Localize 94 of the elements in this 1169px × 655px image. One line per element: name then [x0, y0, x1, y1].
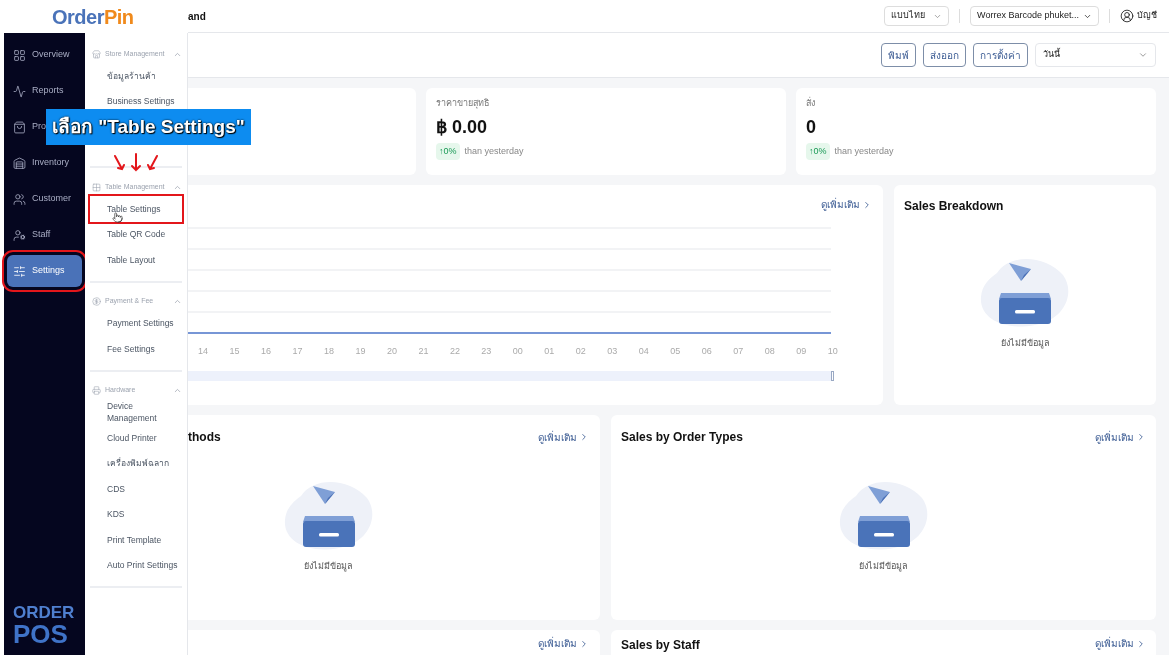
compare-text: than yesterday — [834, 144, 894, 158]
users-icon — [13, 192, 26, 206]
zoom-slider-range[interactable] — [188, 370, 834, 381]
submenu-item[interactable]: CDS — [90, 476, 182, 502]
axis-label: 21 — [418, 345, 429, 358]
toolbar-button[interactable]: ส่งออก — [923, 43, 966, 67]
axis-label: 00 — [512, 345, 523, 358]
chevron-right-icon — [1136, 432, 1146, 442]
empty-message: ยังไม่มีข้อมูล — [304, 560, 353, 574]
sliders-icon — [13, 264, 26, 278]
axis-label: 14 — [198, 345, 208, 358]
axis-label: 03 — [607, 345, 618, 358]
sidebar-item[interactable]: Reports — [7, 75, 82, 107]
axis-label: 20 — [386, 345, 397, 358]
submenu-item[interactable]: Device Management — [90, 399, 182, 425]
toolbar-button[interactable]: การตั้งค่า — [973, 43, 1028, 67]
toolbar-button[interactable]: พิมพ์ — [881, 43, 916, 67]
stat-value: ฿ 0.00 — [436, 115, 489, 138]
sidebar-item[interactable]: Inventory — [7, 147, 82, 179]
chevron-right-icon — [862, 199, 872, 210]
card-title: thods — [188, 429, 221, 446]
language-select[interactable]: แบบไทย — [884, 6, 950, 26]
axis-label: 18 — [323, 345, 334, 358]
see-more-link[interactable]: ดูเพิ่มเติม — [821, 197, 872, 212]
empty-message: ยังไม่มีข้อมูล — [859, 560, 908, 574]
axis-label: 04 — [638, 345, 649, 358]
store-icon — [92, 49, 101, 59]
compare-text: than yesterday — [464, 144, 524, 158]
axis-label: 05 — [670, 345, 681, 358]
submenu-item[interactable]: Payment Settings — [90, 310, 182, 336]
printer-icon — [92, 386, 101, 395]
submenu-item[interactable]: เครื่องพิมพ์ฉลาก — [90, 450, 182, 476]
see-more-link[interactable]: ดูเพิ่มเติม — [1095, 636, 1146, 651]
empty-message: ยังไม่มีข้อมูล — [1000, 337, 1050, 351]
submenu-item[interactable]: ข้อมูลร้านค้า — [90, 63, 182, 89]
user-icon — [1120, 9, 1134, 23]
submenu-item[interactable]: Table Settings — [90, 196, 182, 222]
submenu-item[interactable]: KDS — [90, 501, 182, 527]
sidebar-item[interactable]: Overview — [7, 39, 82, 71]
dollar-icon — [92, 297, 101, 306]
sidebar-item[interactable]: Staff — [7, 219, 82, 251]
sidebar-item[interactable]: Customer — [7, 183, 82, 215]
chevron-right-icon — [579, 432, 589, 442]
hand-cursor-icon — [112, 212, 123, 223]
card-title: Sales by Staff — [621, 637, 700, 654]
app-logo: OrderPin — [52, 4, 134, 30]
grid-icon — [13, 48, 26, 62]
pulse-icon — [13, 84, 26, 98]
see-more-link[interactable]: ดูเพิ่มเติม — [1095, 429, 1146, 445]
warehouse-icon — [13, 156, 26, 170]
card-title: Sales by Order Types — [621, 429, 743, 446]
brand-logo: ORDER POS — [12, 604, 76, 647]
submenu-item[interactable]: Cloud Printer — [90, 425, 182, 451]
chevron-up-icon — [173, 297, 182, 306]
user-gear-icon — [13, 228, 26, 242]
axis-label: 09 — [796, 345, 807, 358]
caret-down-icon — [1138, 50, 1148, 60]
axis-label: 02 — [575, 345, 586, 358]
chevron-right-icon — [1136, 638, 1146, 649]
axis-label: 08 — [764, 345, 775, 358]
axis-label: 06 — [701, 345, 712, 358]
axis-label: 07 — [733, 345, 744, 358]
axis-label: 19 — [355, 345, 366, 358]
bag-icon — [13, 120, 26, 134]
axis-label: 22 — [449, 345, 460, 358]
page-title: and — [188, 9, 207, 24]
stat-label: สั่ง — [806, 97, 816, 110]
stat-label: ราคาขายสุทธิ — [436, 97, 490, 111]
account-menu[interactable]: บัญชี — [1120, 9, 1157, 23]
store-select[interactable]: Worrex Barcode phuket... — [970, 6, 1099, 26]
chevron-up-icon — [173, 386, 182, 395]
submenu-item[interactable]: Print Template — [90, 527, 182, 553]
see-more-link[interactable]: ดูเพิ่มเติม — [538, 429, 589, 445]
submenu-item[interactable]: Fee Settings — [90, 336, 182, 362]
see-more-link[interactable]: ดูเพิ่มเติม — [538, 636, 589, 651]
period-select[interactable]: วันนี้ — [1035, 43, 1156, 67]
grid-icon — [92, 182, 101, 192]
change-badge: ↑0% — [436, 142, 460, 160]
pointer-arrows-drawing — [112, 153, 160, 173]
change-badge: ↑0% — [806, 142, 830, 160]
axis-label: 23 — [481, 345, 492, 358]
stat-value: 0 — [806, 115, 817, 138]
card-title: Sales Breakdown — [904, 198, 1005, 215]
axis-label: 01 — [544, 345, 555, 358]
submenu-item[interactable]: Table QR Code — [90, 221, 182, 247]
submenu-item[interactable]: Auto Print Settings — [90, 552, 182, 578]
axis-label: 15 — [229, 345, 240, 358]
submenu-item[interactable]: Table Layout — [90, 247, 182, 273]
callout-tooltip: เลือก "Table Settings" — [46, 109, 251, 145]
axis-label: 10 — [827, 345, 838, 358]
axis-label: 16 — [260, 345, 271, 358]
axis-label: 17 — [292, 345, 303, 358]
slider-handle[interactable] — [831, 370, 834, 381]
chevron-right-icon — [579, 638, 589, 649]
